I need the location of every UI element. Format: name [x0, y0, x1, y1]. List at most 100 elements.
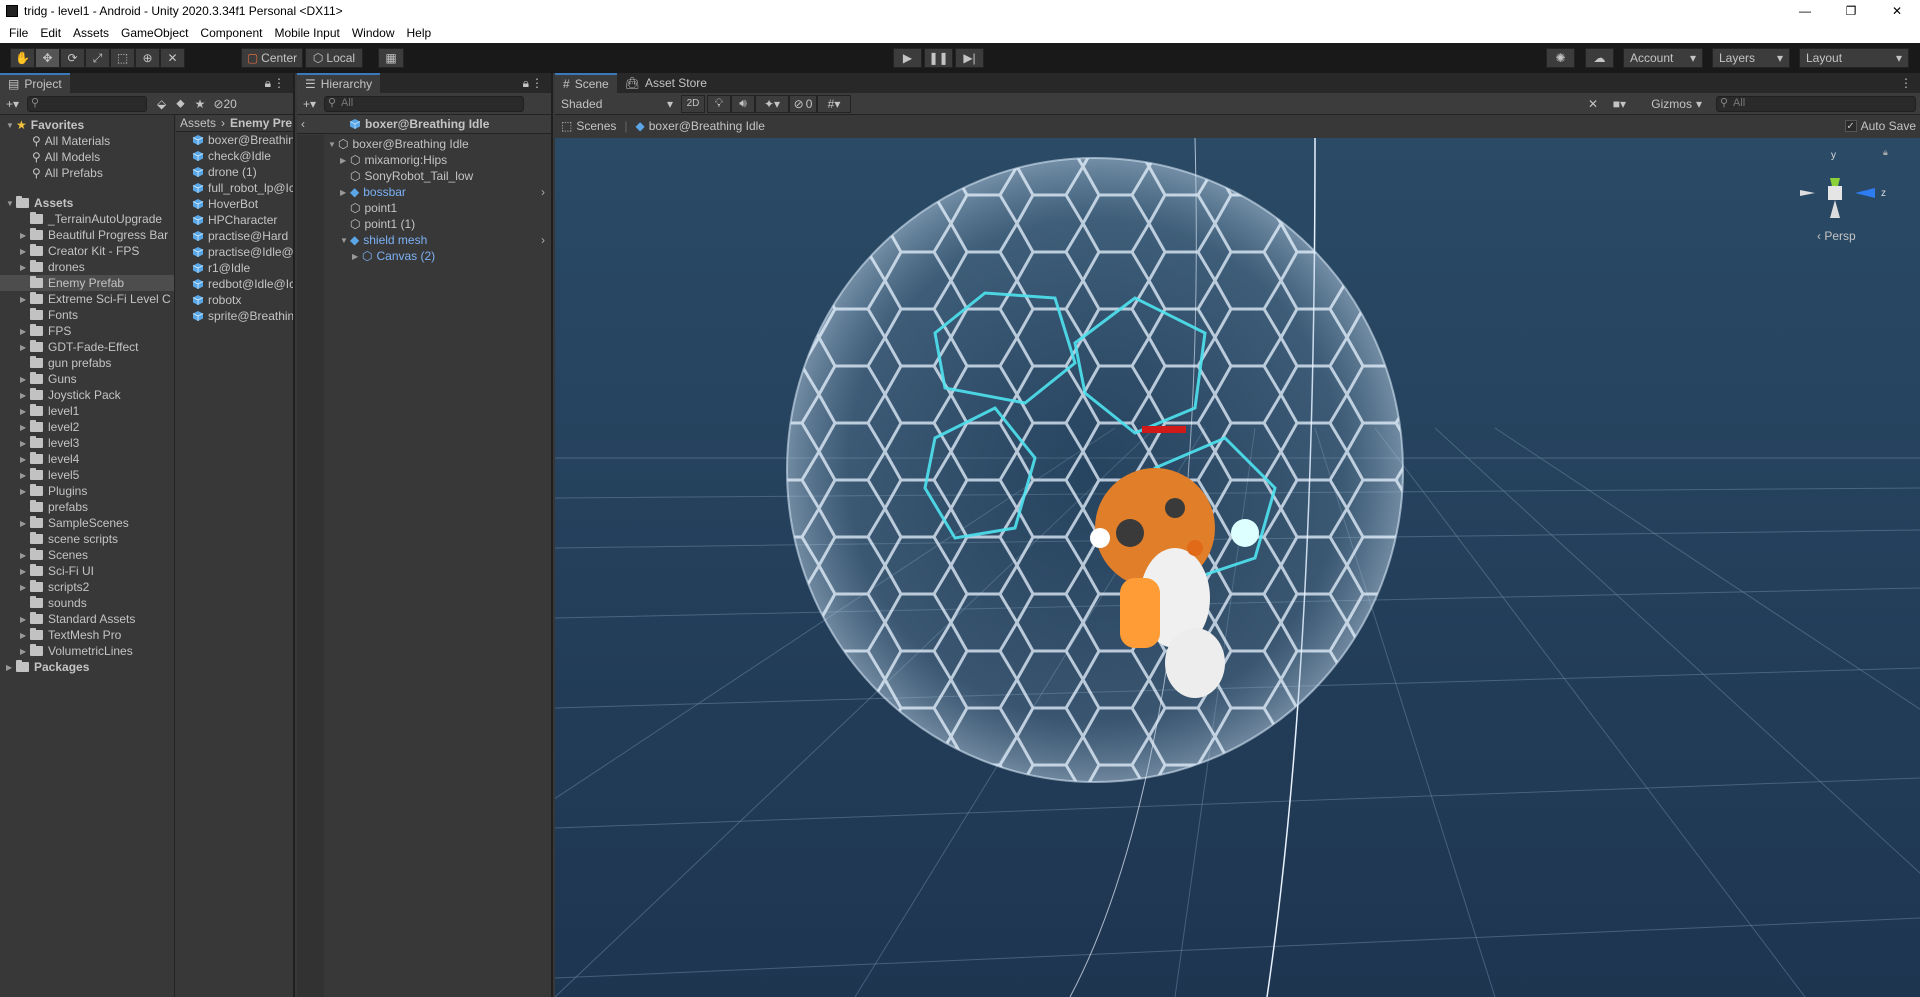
- folder-item[interactable]: sounds: [0, 595, 174, 611]
- kebab-menu-icon[interactable]: ⋮: [531, 76, 543, 90]
- gizmos-dropdown[interactable]: Gizmos ▾: [1651, 97, 1702, 111]
- layers-dropdown[interactable]: Layers ▾: [1712, 48, 1790, 68]
- favorite-item[interactable]: ⚲ All Materials: [0, 133, 174, 149]
- filter-label-icon[interactable]: ⬥: [176, 96, 184, 111]
- kebab-menu-icon[interactable]: ⋮: [273, 76, 285, 90]
- folder-item[interactable]: _TerrainAutoUpgrade: [0, 211, 174, 227]
- folder-item[interactable]: ▶ FPS: [0, 323, 174, 339]
- folder-item[interactable]: ▶ level4: [0, 451, 174, 467]
- hierarchy-item[interactable]: ▶ ⬡ Canvas (2): [324, 248, 551, 264]
- pause-button[interactable]: ❚❚: [924, 48, 953, 68]
- hierarchy-item[interactable]: ▶ ⬡ mixamorig:Hips: [324, 152, 551, 168]
- cloud-button[interactable]: ☁: [1585, 48, 1614, 68]
- grid-snap-button[interactable]: ▦: [378, 48, 404, 68]
- grid-dropdown[interactable]: #▾: [817, 94, 851, 113]
- menu-component[interactable]: Component: [194, 26, 268, 40]
- folder-item[interactable]: ▶ Extreme Sci-Fi Level C: [0, 291, 174, 307]
- folder-item[interactable]: ▶ Sci-Fi UI: [0, 563, 174, 579]
- lock-icon[interactable]: 🔒︎: [523, 76, 529, 91]
- breadcrumb-prefab[interactable]: boxer@Breathing Idle: [649, 119, 765, 133]
- shading-mode-dropdown[interactable]: Shaded ▾: [557, 95, 677, 113]
- asset-item[interactable]: sprite@Breathin: [176, 308, 293, 324]
- folder-item[interactable]: ▶ Beautiful Progress Bar: [0, 227, 174, 243]
- minimize-button[interactable]: —: [1782, 0, 1828, 22]
- hierarchy-item[interactable]: ⬡ SonyRobot_Tail_low: [324, 168, 551, 184]
- scale-tool-button[interactable]: ⤢: [85, 48, 110, 68]
- hierarchy-search-input[interactable]: All: [324, 95, 525, 112]
- scene-viewport[interactable]: y z 🔒︎ ‹ Persp: [555, 138, 1920, 997]
- folder-item[interactable]: ▶ level5: [0, 467, 174, 483]
- asset-item[interactable]: check@Idle: [176, 148, 293, 164]
- asset-item[interactable]: drone (1): [176, 164, 293, 180]
- lighting-toggle[interactable]: 💡︎: [707, 94, 731, 113]
- hierarchy-item[interactable]: ▼ ◆ shield mesh ›: [324, 232, 551, 248]
- scene-search-input[interactable]: All: [1716, 95, 1916, 112]
- open-prefab-icon[interactable]: ›: [541, 233, 545, 247]
- breadcrumb-scenes[interactable]: Scenes: [576, 119, 616, 133]
- close-button[interactable]: ✕: [1874, 0, 1920, 22]
- lock-icon[interactable]: 🔒︎: [1883, 147, 1888, 157]
- toggle-2d-button[interactable]: 2D: [681, 94, 705, 113]
- breadcrumb-folder[interactable]: Enemy Pre: [230, 116, 292, 130]
- folder-item[interactable]: ▶ drones: [0, 259, 174, 275]
- folder-item[interactable]: gun prefabs: [0, 355, 174, 371]
- menu-window[interactable]: Window: [346, 26, 401, 40]
- folder-item[interactable]: ▶ TextMesh Pro: [0, 627, 174, 643]
- tab-asset-store[interactable]: 👜︎ Asset Store: [617, 73, 715, 93]
- favorite-item[interactable]: ⚲ All Prefabs: [0, 165, 174, 181]
- breadcrumb-assets[interactable]: Assets: [180, 116, 216, 130]
- folder-item[interactable]: prefabs: [0, 499, 174, 515]
- transform-tool-button[interactable]: ⊕: [135, 48, 160, 68]
- folder-item[interactable]: ▶ level3: [0, 435, 174, 451]
- layout-dropdown[interactable]: Layout ▾: [1799, 48, 1909, 68]
- asset-item[interactable]: boxer@Breathin: [176, 132, 293, 148]
- audio-toggle[interactable]: 🔊︎: [731, 94, 755, 113]
- folder-item[interactable]: ▶ level1: [0, 403, 174, 419]
- pivot-center-toggle[interactable]: ▢ Center: [241, 48, 303, 68]
- open-prefab-icon[interactable]: ›: [541, 185, 545, 199]
- menu-edit[interactable]: Edit: [34, 26, 67, 40]
- camera-icon[interactable]: ■▾: [1613, 97, 1626, 111]
- hand-tool-button[interactable]: ✋: [10, 48, 35, 68]
- menu-gameobject[interactable]: GameObject: [115, 26, 194, 40]
- tools-icon[interactable]: ✕: [1588, 97, 1598, 111]
- folder-item[interactable]: ▶ VolumetricLines: [0, 643, 174, 659]
- folder-item[interactable]: ▶ GDT-Fade-Effect: [0, 339, 174, 355]
- play-button[interactable]: ▶: [893, 48, 922, 68]
- folder-item[interactable]: ▶ SampleScenes: [0, 515, 174, 531]
- asset-item[interactable]: r1@Idle: [176, 260, 293, 276]
- asset-item[interactable]: robotx: [176, 292, 293, 308]
- auto-save-toggle[interactable]: ✓ Auto Save: [1844, 119, 1916, 133]
- folder-item[interactable]: ▶ Joystick Pack: [0, 387, 174, 403]
- rect-tool-button[interactable]: ⬚: [110, 48, 135, 68]
- gizmo-center[interactable]: [1828, 186, 1842, 200]
- hierarchy-item[interactable]: ▼ ⬡ boxer@Breathing Idle: [324, 136, 551, 152]
- tab-scene[interactable]: # Scene: [555, 73, 617, 93]
- menu-file[interactable]: File: [3, 26, 34, 40]
- folder-item[interactable]: Fonts: [0, 307, 174, 323]
- hierarchy-item[interactable]: ⬡ point1: [324, 200, 551, 216]
- back-arrow-icon[interactable]: ‹: [301, 117, 305, 131]
- create-button[interactable]: +▾: [6, 97, 19, 111]
- folder-item[interactable]: ▶ scripts2: [0, 579, 174, 595]
- packages-root[interactable]: ▶ Packages: [0, 659, 174, 675]
- folder-item[interactable]: Enemy Prefab: [0, 275, 174, 291]
- menu-assets[interactable]: Assets: [67, 26, 115, 40]
- move-tool-button[interactable]: ✥: [35, 48, 60, 68]
- folder-item[interactable]: ▶ Standard Assets: [0, 611, 174, 627]
- menu-mobile-input[interactable]: Mobile Input: [268, 26, 345, 40]
- filter-type-icon[interactable]: ⬙: [157, 97, 166, 111]
- custom-tool-button[interactable]: ✕: [160, 48, 185, 68]
- folder-item[interactable]: ▶ Guns: [0, 371, 174, 387]
- hidden-objects-toggle[interactable]: ⊘ 0: [789, 94, 817, 113]
- favorite-item[interactable]: ⚲ All Models: [0, 149, 174, 165]
- create-button[interactable]: +▾: [303, 97, 316, 111]
- rotate-tool-button[interactable]: ⟳: [60, 48, 85, 68]
- favorite-star-icon[interactable]: ★: [195, 97, 206, 111]
- hierarchy-item[interactable]: ▶ ◆ bossbar ›: [324, 184, 551, 200]
- assets-root[interactable]: ▼ Assets: [0, 195, 174, 211]
- hierarchy-item[interactable]: ⬡ point1 (1): [324, 216, 551, 232]
- space-local-toggle[interactable]: ⬡ Local: [305, 48, 363, 68]
- step-button[interactable]: ▶|: [955, 48, 984, 68]
- collab-button[interactable]: ✺: [1546, 48, 1575, 68]
